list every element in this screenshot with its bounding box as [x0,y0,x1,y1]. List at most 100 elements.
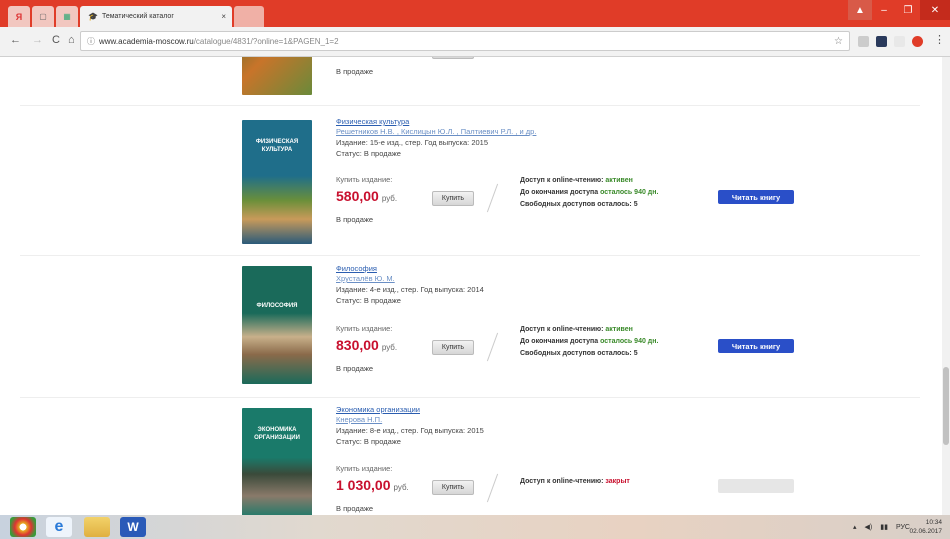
buy-label: Купить издание: [336,175,393,184]
buy-label: Купить издание: [336,324,393,333]
window-close-icon[interactable]: ✕ [920,0,950,20]
book-cover[interactable]: ФИЛОСОФИЯ [242,266,312,384]
book-edition: Издание: 4-е изд., стер. Год выпуска: 20… [336,285,484,294]
reload-icon[interactable]: C [52,34,60,46]
windows-taskbar: e W ▴ ◀) ▮▮ РУС 10:34 02.06.2017 [0,515,950,539]
minimize-icon[interactable]: – [872,0,896,20]
restore-icon[interactable]: ❐ [896,0,920,20]
price-value: 830,00 [336,337,379,353]
book-authors-link[interactable]: Кнерова Н.П. [336,415,556,425]
book-cover[interactable] [242,57,312,95]
book-authors-link[interactable]: Решетников Н.В. , Кислицын Ю.Л. , Палтие… [336,127,556,137]
folder-icon[interactable] [84,517,110,537]
item-divider [20,105,920,106]
browser-toolbar: ← → C ⌂ ⓘ www.academia-moscow.ru/catalog… [0,27,950,57]
price-currency: руб. [393,483,409,492]
new-tab-button[interactable] [234,6,264,27]
sale-status: В продаже [336,504,374,513]
network-icon[interactable]: ▮▮ [880,523,888,531]
book-cover[interactable]: ФИЗИЧЕСКАЯ КУЛЬТУРА [242,120,312,244]
system-tray: ▴ ◀) ▮▮ РУС [853,523,910,532]
access-label: Доступ к online-чтению: [520,478,604,485]
volume-icon[interactable]: ◀) [865,523,873,531]
page-icon: ▢ [39,12,47,21]
access-value: активен [605,177,633,184]
buy-button-partial[interactable] [432,57,474,59]
system-clock[interactable]: 10:34 02.06.2017 [909,518,942,536]
item-divider [20,255,920,256]
book-status: Статус: В продаже [336,437,401,446]
book-edition: Издание: 8-е изд., стер. Год выпуска: 20… [336,426,484,435]
extension-opera-icon[interactable] [912,36,923,47]
sale-status: В продаже [336,67,374,76]
internet-explorer-icon[interactable]: e [46,517,72,537]
separator [486,473,499,503]
buy-button[interactable]: Купить [432,340,474,355]
access-label: Доступ к online-чтению: [520,177,604,184]
buy-label: Купить издание: [336,464,393,473]
address-bar[interactable]: ⓘ www.academia-moscow.ru/catalogue/4831/… [80,31,850,51]
access-label: Доступ к online-чтению: [520,326,604,333]
online-access-info: Доступ к online-чтению: активен До оконч… [520,175,658,211]
book-authors-link[interactable]: Хрусталёв Ю. М. [336,274,556,284]
read-book-button[interactable]: Читать книгу [718,339,794,353]
word-icon[interactable]: W [120,517,146,537]
cover-title: ФИЛОСОФИЯ [256,303,298,309]
read-book-button[interactable]: Читать книгу [718,190,794,204]
home-icon[interactable]: ⌂ [68,34,75,46]
tab-bookmark[interactable]: ▢ [32,6,54,27]
book-title-link[interactable]: Экономика организации [336,405,556,415]
separator [486,183,499,213]
chrome-icon[interactable] [10,517,36,537]
window-controls: ▲ – ❐ ✕ [848,0,950,20]
free-access-count: Свободных доступов осталось: 5 [520,201,638,208]
tab-catalog[interactable]: 🎓 Тематический каталог × [80,6,232,27]
back-icon[interactable]: ← [10,34,21,46]
menu-icon[interactable]: ⋮ [934,33,945,46]
access-value: закрыт [605,478,630,485]
expiry-label: До окончания доступа [520,338,599,345]
book-price: 580,00 руб. [336,188,397,204]
online-access-info: Доступ к online-чтению: активен До оконч… [520,324,658,360]
book-title-link[interactable]: Физическая культура [336,117,556,127]
read-book-button-disabled [718,479,794,493]
book-title-link[interactable]: Философия [336,264,556,274]
tab-close-icon[interactable]: × [221,12,226,21]
sale-status: В продаже [336,215,374,224]
extension-icon[interactable] [858,36,869,47]
book-price: 1 030,00 руб. [336,477,409,493]
forward-icon[interactable]: → [32,34,43,46]
scrollbar-thumb[interactable] [943,367,949,445]
graduation-cap-icon: 🎓 [88,12,98,21]
book-cover[interactable]: ЭКОНОМИКА ОРГАНИЗАЦИИ [242,408,312,515]
yandex-icon: Я [15,11,23,22]
url-host: www.academia-moscow.ru [99,36,194,46]
buy-button[interactable]: Купить [432,480,474,495]
expiry-label: До окончания доступа [520,189,599,196]
user-icon[interactable]: ▲ [848,0,872,20]
expiry-value: осталось 940 дн. [600,189,659,196]
expiry-value: осталось 940 дн. [600,338,659,345]
item-divider [20,397,920,398]
grid-icon: ▦ [63,12,71,21]
buy-button[interactable]: Купить [432,191,474,206]
tab-yandex[interactable]: Я [8,6,30,27]
extension-ellipsis-icon[interactable] [894,36,905,47]
info-icon: ⓘ [87,36,95,46]
book-price: 830,00 руб. [336,337,397,353]
book-edition: Издание: 15-е изд., стер. Год выпуска: 2… [336,138,489,147]
sale-status: В продаже [336,364,374,373]
page-scrollbar[interactable] [942,57,950,515]
extension-photo-icon[interactable] [876,36,887,47]
language-indicator[interactable]: РУС [896,524,910,531]
clock-time: 10:34 [925,519,942,526]
book-status: Статус: В продаже [336,296,401,305]
access-value: активен [605,326,633,333]
clock-date: 02.06.2017 [909,528,942,535]
free-access-count: Свободных доступов осталось: 5 [520,350,638,357]
browser-title-bar: Я ▢ ▦ 🎓 Тематический каталог × ▲ – ❐ ✕ [0,0,950,27]
tray-arrow-icon[interactable]: ▴ [853,523,857,531]
cover-title: ЭКОНОМИКА ОРГАНИЗАЦИИ [254,427,300,441]
tab-apps[interactable]: ▦ [56,6,78,27]
bookmark-star-icon[interactable]: ☆ [834,36,843,47]
